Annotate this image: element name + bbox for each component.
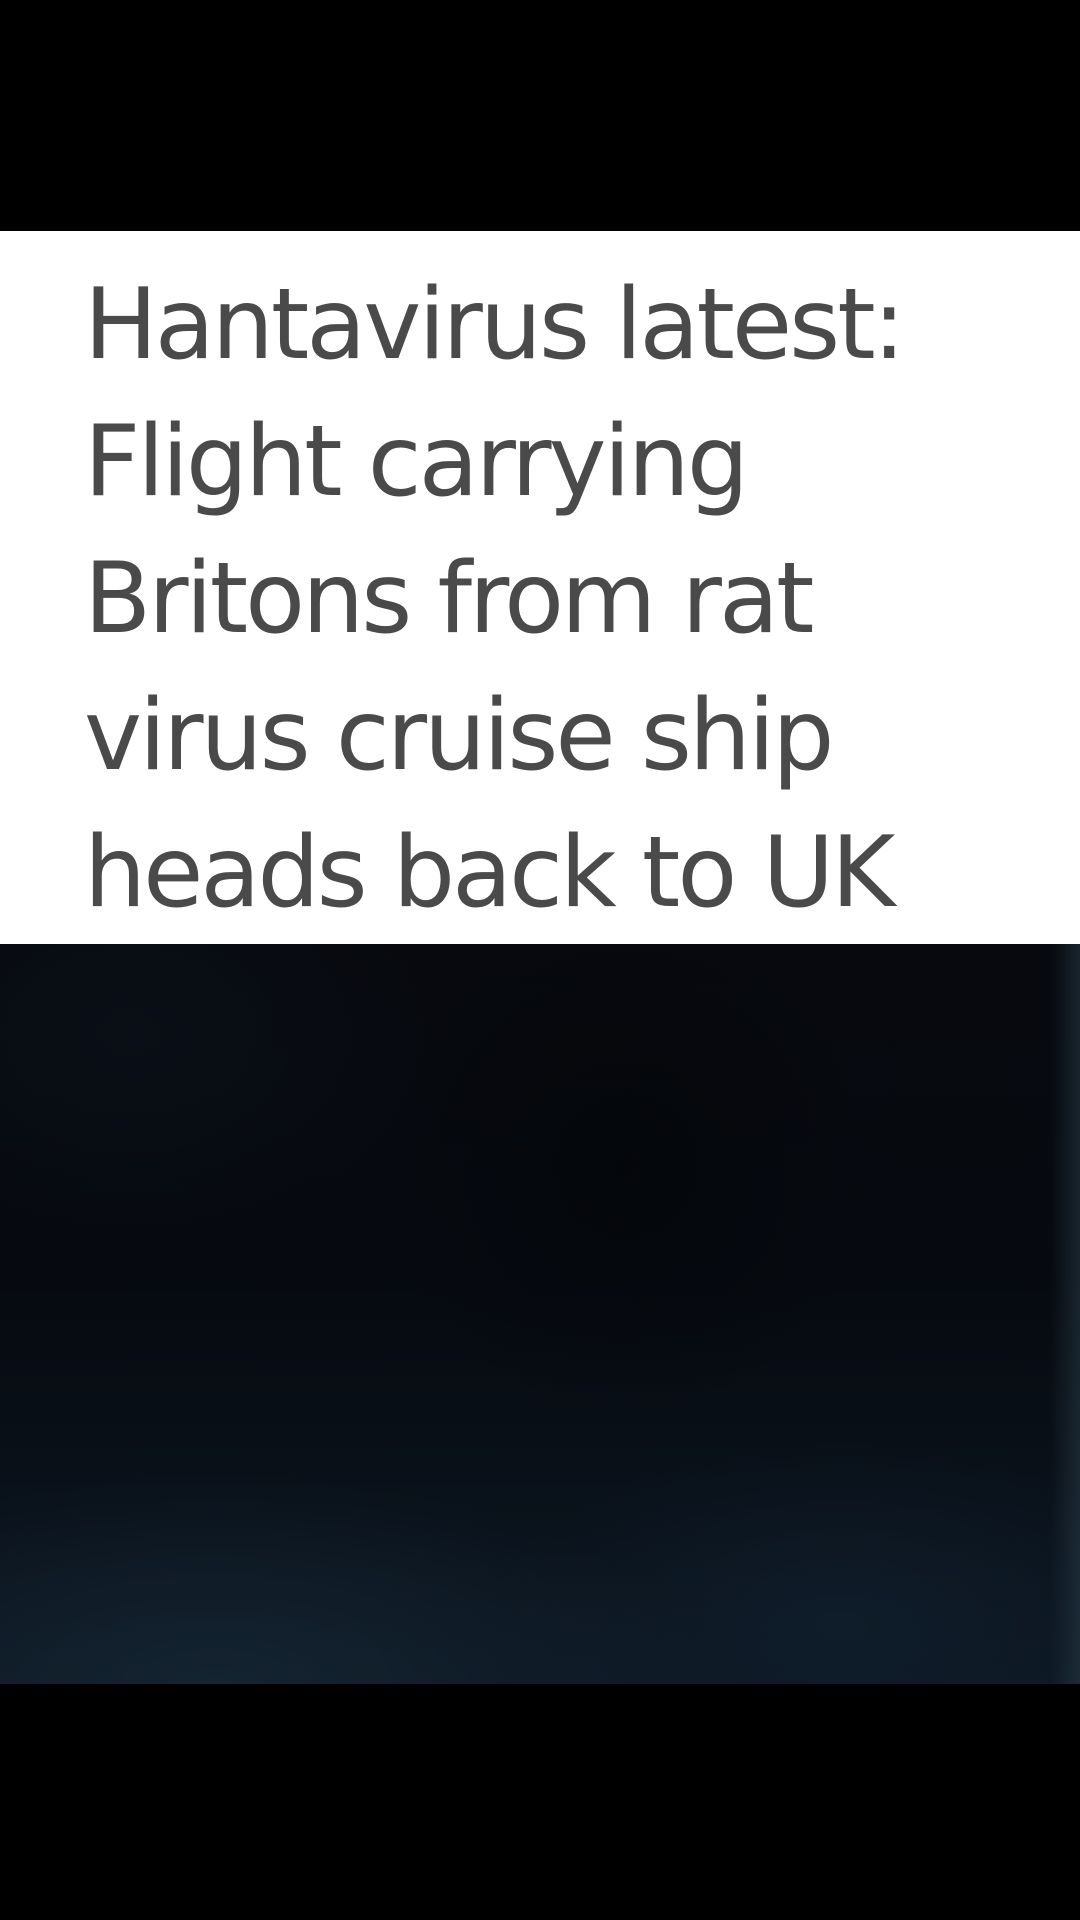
- headline-card: Hantavirus latest: Flight carrying Brito…: [0, 231, 1080, 944]
- video-frame[interactable]: [0, 944, 1080, 1684]
- top-letterbox-bar: [0, 0, 1080, 231]
- bottom-letterbox-bar: [0, 1684, 1080, 1920]
- headline-text: Hantavirus latest: Flight carrying Brito…: [84, 268, 906, 930]
- video-edge-glow: [1050, 944, 1080, 1684]
